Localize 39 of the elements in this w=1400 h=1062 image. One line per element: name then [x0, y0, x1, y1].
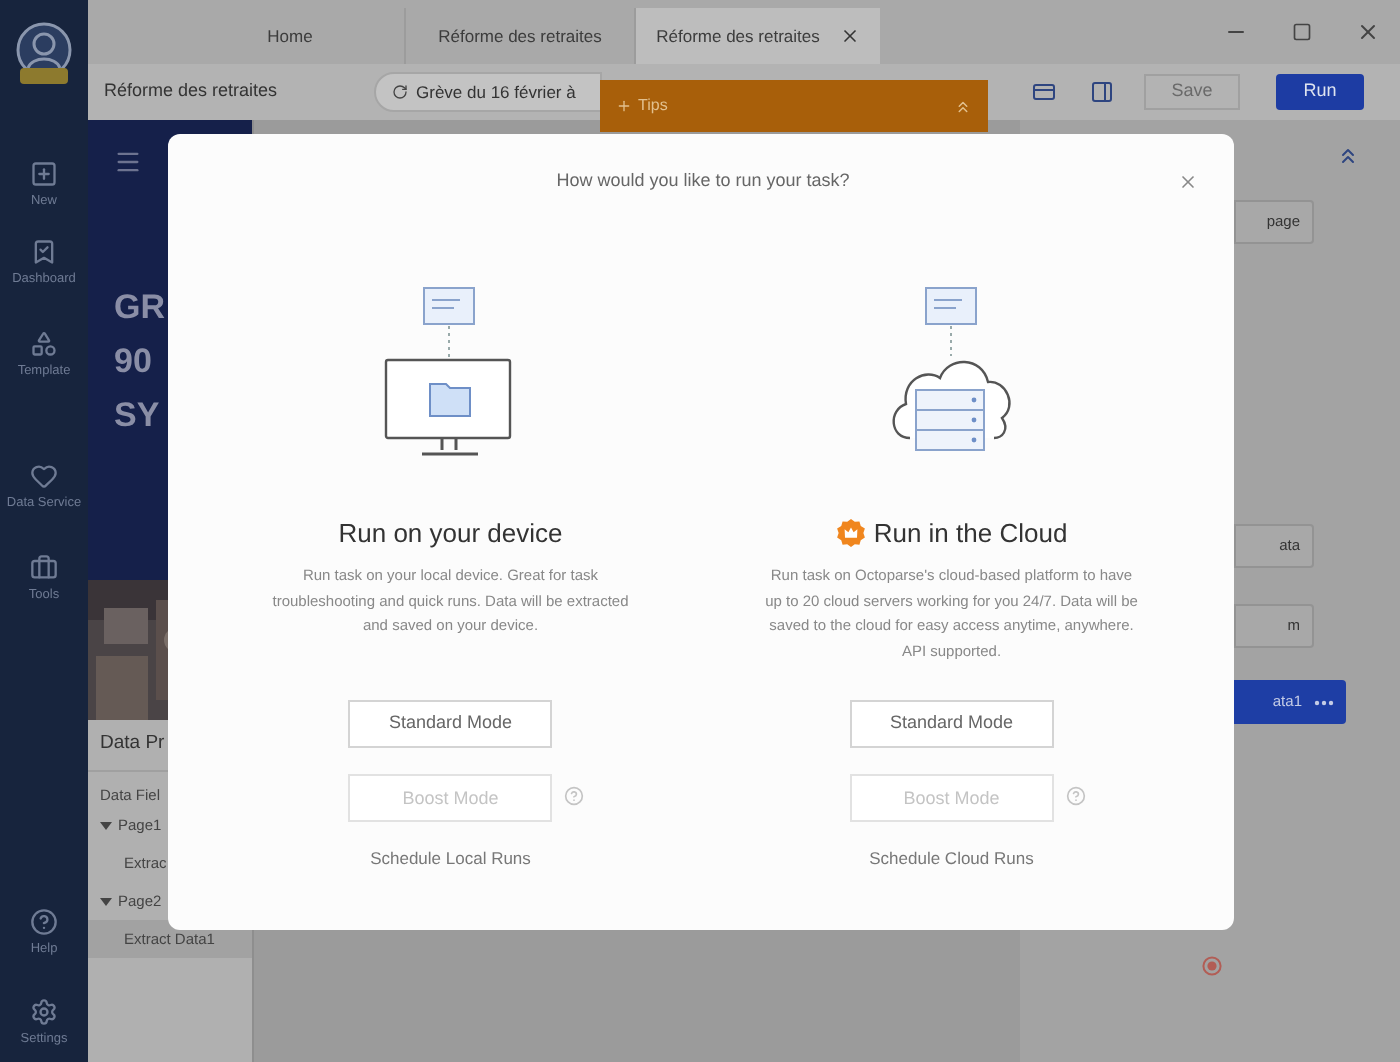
mode-button[interactable]: Standard Mode	[849, 699, 1054, 747]
run-button[interactable]: Run	[1276, 74, 1364, 110]
briefcase-icon[interactable]	[30, 554, 58, 582]
expand-arrow-icon[interactable]	[100, 819, 112, 832]
schedule-link[interactable]: Schedule Cloud Runs	[869, 846, 1034, 872]
close-icon[interactable]	[1356, 20, 1380, 44]
close-icon[interactable]	[1178, 171, 1198, 192]
option-heading: Run on your device	[338, 515, 563, 552]
panel-title: Data Pr	[100, 730, 165, 759]
reload-icon[interactable]	[392, 84, 408, 100]
shapes-icon[interactable]	[30, 330, 58, 358]
maximize-icon[interactable]	[1292, 22, 1312, 42]
settings-icon[interactable]	[30, 998, 58, 1027]
plus-icon[interactable]	[616, 98, 632, 114]
tab[interactable]: Réforme des retraites	[636, 8, 880, 64]
help-icon[interactable]	[30, 907, 58, 935]
schedule-link[interactable]: Schedule Local Runs	[370, 846, 531, 872]
bookmark-icon[interactable]	[30, 238, 58, 266]
collapse-icon[interactable]	[954, 97, 972, 115]
end-node-icon	[1202, 956, 1222, 976]
headline-text: GR	[114, 286, 167, 330]
premium-badge-icon	[835, 517, 866, 548]
heart-icon[interactable]	[30, 462, 58, 490]
headline-text: SY	[114, 394, 162, 438]
url-field[interactable]: Grève du 16 février à	[374, 72, 602, 112]
collapse-icon[interactable]	[1336, 144, 1360, 168]
menu-icon[interactable]	[114, 148, 142, 176]
card-icon[interactable]	[1032, 80, 1056, 104]
headline-text: 90	[114, 340, 154, 384]
task-name: Réforme des retraites	[104, 78, 280, 105]
tips-popup[interactable]: Tips	[600, 80, 988, 132]
expand-arrow-icon[interactable]	[100, 895, 112, 908]
panel-icon[interactable]	[1090, 80, 1114, 104]
more-icon[interactable]	[1314, 699, 1334, 705]
close-icon[interactable]	[839, 26, 860, 46]
plus-square-icon[interactable]	[30, 160, 58, 188]
option-heading: Run in the Cloud	[873, 515, 1068, 551]
mode-button[interactable]: Standard Mode	[348, 699, 553, 747]
dialog-title: How would you like to run your task?	[554, 168, 852, 194]
